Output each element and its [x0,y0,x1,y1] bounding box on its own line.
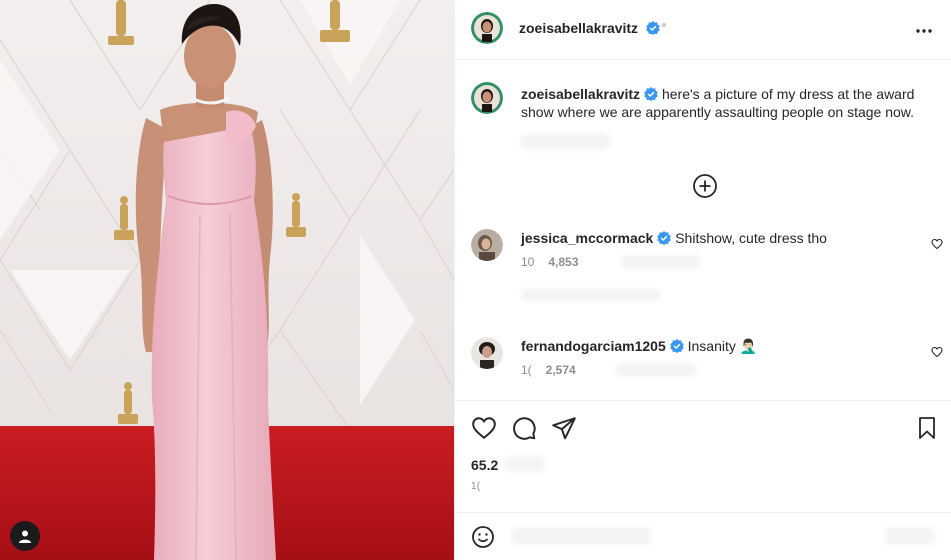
comment-text: jessica_mccormack Shitshow, cute dress t… [521,229,827,247]
share-icon[interactable] [551,415,577,441]
comment-item: jessica_mccormack Shitshow, cute dress t… [471,229,943,301]
comment-meta: 1( 2,574 [521,363,576,377]
post-header: zoeisabellakravitz [455,0,951,60]
comment-body: Shitshow, cute dress tho [675,230,827,246]
comment-icon[interactable] [511,415,537,441]
comment-meta: 10 4,853 [521,255,578,269]
author-username[interactable]: zoeisabellakravitz [519,20,638,36]
commenter-username[interactable]: fernandogarciam1205 [521,338,666,354]
comment-likes[interactable]: 4,853 [548,255,578,269]
load-more-comments-icon[interactable] [692,173,718,199]
user-icon [19,530,31,543]
comment-time: 1( [521,363,532,377]
commenter-username[interactable]: jessica_mccormack [521,230,653,246]
post-photo[interactable] [0,0,454,560]
verified-badge-icon [657,231,672,245]
post-comment-button[interactable] [885,527,935,545]
bookmark-icon[interactable] [915,415,939,441]
redacted-region [521,134,611,150]
caption-author-avatar[interactable] [471,82,503,114]
comment-body: Insanity 🤦🏻‍♂️ [687,338,758,354]
comment-like-heart-icon[interactable] [931,238,943,250]
redacted-region [621,255,701,269]
caption-username[interactable]: zoeisabellakravitz [521,86,640,102]
separator-dot [662,23,666,27]
post-modal: zoeisabellakravitz zoeisabellakravitz he… [0,0,951,560]
verified-badge-icon [644,87,658,101]
commenter-avatar[interactable] [471,337,503,369]
emoji-icon[interactable] [471,525,495,549]
red-carpet-photo [0,0,454,560]
comment-likes[interactable]: 2,574 [546,363,576,377]
comment-text: fernandogarciam1205 Insanity 🤦🏻‍♂️ [521,337,757,355]
post-date: 1( [471,481,481,492]
add-comment-bar [455,512,951,560]
commenter-avatar[interactable] [471,229,503,261]
verified-badge-icon [646,21,660,35]
post-actions: 65.2 1( [455,400,951,500]
comment-input[interactable] [511,527,651,545]
comment-item: fernandogarciam1205 Insanity 🤦🏻‍♂️ 1( 2,5… [471,337,943,397]
likes-count[interactable]: 65.2 [471,457,498,473]
post-details-panel: zoeisabellakravitz zoeisabellakravitz he… [454,0,951,560]
author-avatar[interactable] [471,12,503,44]
redacted-region [521,289,661,301]
redacted-region [616,363,696,377]
user-tag-button[interactable] [10,521,40,551]
redacted-region [505,456,545,472]
post-caption: zoeisabellakravitz here's a picture of m… [521,85,941,121]
more-horizontal-icon[interactable] [915,22,933,40]
verified-badge-icon [669,339,684,353]
comment-time: 10 [521,255,535,269]
heart-icon[interactable] [471,415,497,441]
comment-like-heart-icon[interactable] [931,346,943,358]
